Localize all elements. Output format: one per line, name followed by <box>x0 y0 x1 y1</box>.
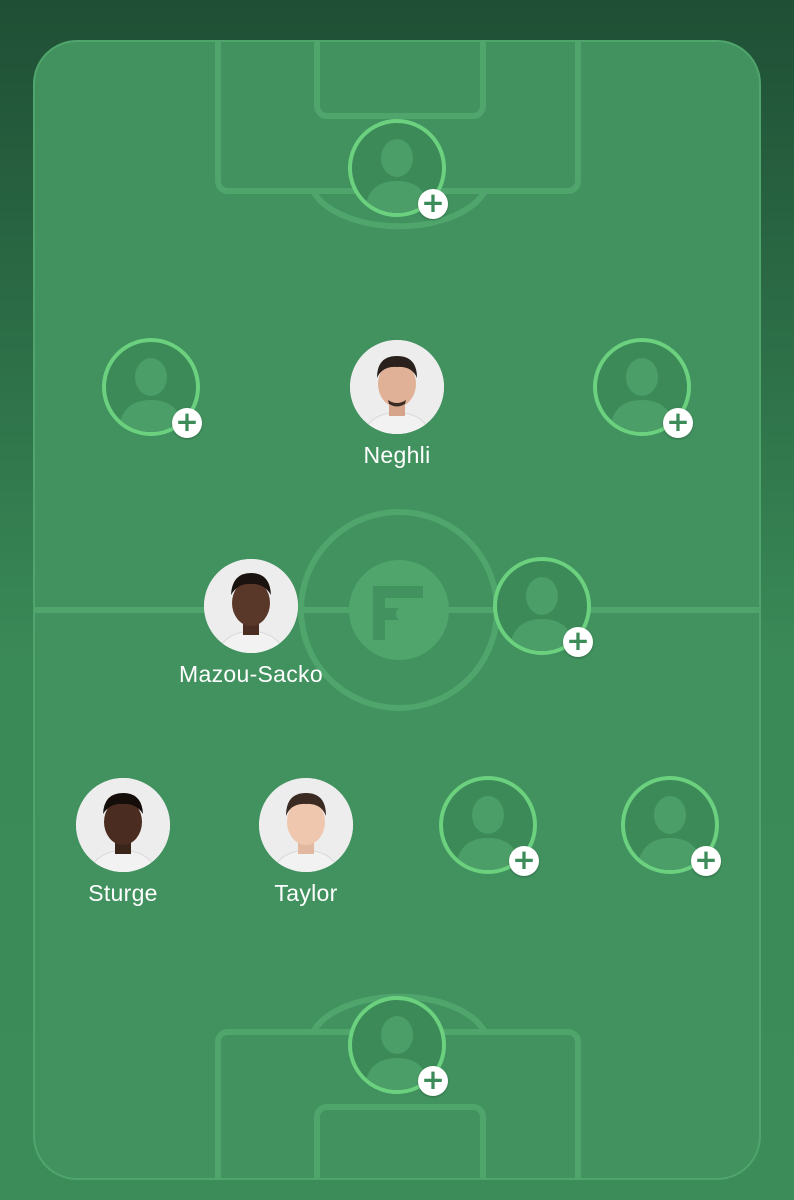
plus-icon: + <box>566 624 590 657</box>
player-photo-icon <box>76 778 170 872</box>
plus-icon: + <box>421 1063 445 1096</box>
player-avatar[interactable] <box>259 778 353 872</box>
lineup-slot-row2-center[interactable]: Neghli <box>348 338 446 468</box>
lineup-slot-row3-left[interactable]: Mazou-Sacko <box>179 557 323 687</box>
lineup-slot-row2-right[interactable]: + <box>593 338 693 438</box>
add-player-button[interactable]: + <box>663 408 693 438</box>
lineup-slot-row3-right[interactable]: + <box>493 557 593 657</box>
player-photo-icon <box>204 559 298 653</box>
lineup-slot-goalkeeper-bottom[interactable]: + <box>348 996 448 1096</box>
player-name-label: Mazou-Sacko <box>179 661 323 687</box>
lineup-slot-row4-2[interactable]: Taylor <box>257 776 355 906</box>
plus-icon: + <box>694 843 718 876</box>
brand-logo-icon <box>349 560 449 660</box>
add-player-button[interactable]: + <box>509 846 539 876</box>
player-avatar[interactable] <box>350 340 444 434</box>
add-player-button[interactable]: + <box>691 846 721 876</box>
player-avatar[interactable] <box>76 778 170 872</box>
lineup-slot-row4-4[interactable]: + <box>621 776 721 876</box>
add-player-button[interactable]: + <box>563 627 593 657</box>
player-avatar[interactable] <box>204 559 298 653</box>
add-player-button[interactable]: + <box>418 1066 448 1096</box>
lineup-slot-row4-3[interactable]: + <box>439 776 539 876</box>
add-player-button[interactable]: + <box>418 189 448 219</box>
plus-icon: + <box>666 405 690 438</box>
plus-icon: + <box>512 843 536 876</box>
player-name-label: Taylor <box>274 880 338 906</box>
player-name-label: Neghli <box>363 442 431 468</box>
lineup-slot-goalkeeper-top[interactable]: + <box>348 119 448 219</box>
player-photo-icon <box>259 778 353 872</box>
player-photo-icon <box>350 340 444 434</box>
lineup-slot-row4-1[interactable]: Sturge <box>74 776 172 906</box>
plus-icon: + <box>175 405 199 438</box>
add-player-button[interactable]: + <box>172 408 202 438</box>
plus-icon: + <box>421 186 445 219</box>
lineup-slot-row2-left[interactable]: + <box>102 338 202 438</box>
